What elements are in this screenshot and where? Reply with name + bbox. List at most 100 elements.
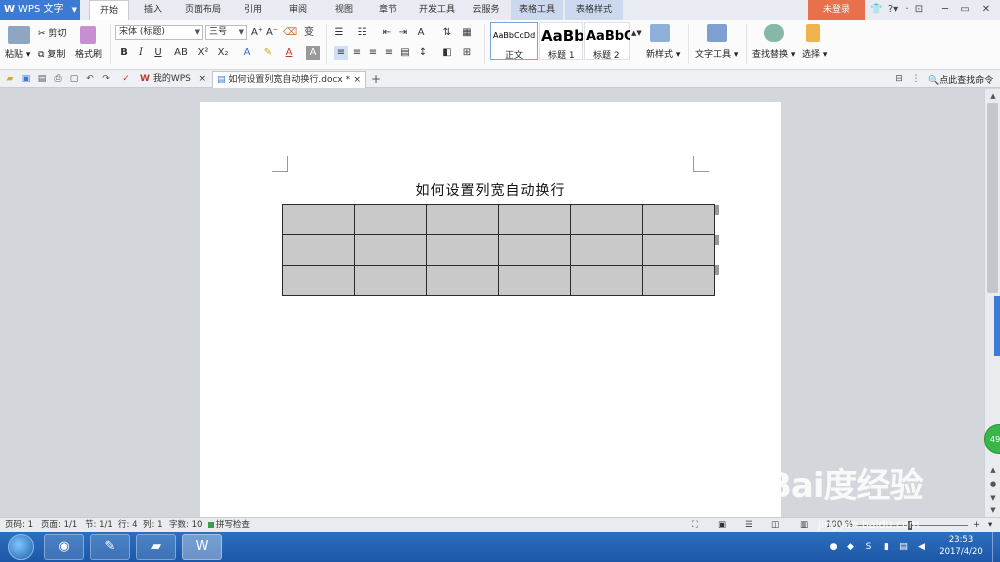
style-normal[interactable]: AaBbCcDd 正文 xyxy=(490,22,538,61)
numbered-list-icon[interactable]: ☷ xyxy=(355,26,369,40)
login-button[interactable]: 未登录 xyxy=(808,0,865,20)
undo-icon[interactable]: ↶ xyxy=(84,73,96,85)
format-painter-button[interactable]: 格式刷 xyxy=(75,47,102,60)
table-cell[interactable] xyxy=(354,264,427,297)
help-icon[interactable]: ?▾ xyxy=(885,3,901,17)
table-cell[interactable] xyxy=(354,234,427,266)
next-page-icon[interactable]: ▼ xyxy=(988,493,998,503)
document-title[interactable]: 如何设置列宽自动换行 xyxy=(200,180,781,200)
close-tab-icon[interactable]: × xyxy=(198,71,206,87)
table-cell[interactable] xyxy=(426,234,499,266)
superscript-icon[interactable]: X² xyxy=(196,46,210,60)
tab-cloud[interactable]: 云服务 xyxy=(466,0,506,20)
underline-icon[interactable]: U xyxy=(151,46,165,60)
document-workspace[interactable]: 如何设置列宽自动换行 xyxy=(0,89,984,517)
minimize-icon[interactable]: ─ xyxy=(938,3,952,17)
table-cell[interactable] xyxy=(282,203,355,236)
paint-taskbar-icon[interactable]: ✎ xyxy=(90,534,130,560)
decrease-indent-icon[interactable]: ⇤ xyxy=(380,26,394,40)
prev-page-icon[interactable]: ▲ xyxy=(988,465,998,475)
scroll-down-icon[interactable]: ▼ xyxy=(988,505,998,515)
show-marks-icon[interactable]: ▦ xyxy=(460,26,474,40)
restore-ribbon-icon[interactable]: ⊡ xyxy=(912,3,926,17)
highlight-icon[interactable]: ✎ xyxy=(261,46,275,60)
table-cell[interactable] xyxy=(498,234,571,266)
wps-taskbar-icon[interactable]: W xyxy=(182,534,222,560)
tab-insert[interactable]: 插入 xyxy=(134,0,172,20)
copy-button[interactable]: ⧉ 复制 xyxy=(38,47,65,60)
table-cell[interactable] xyxy=(426,203,499,236)
increase-indent-icon[interactable]: ⇥ xyxy=(396,26,410,40)
format-painter-icon[interactable] xyxy=(80,26,96,44)
print-icon[interactable]: ⎙ xyxy=(52,73,64,85)
tab-table-style[interactable]: 表格样式 xyxy=(565,0,623,20)
print-preview-icon[interactable]: ▢ xyxy=(68,73,80,85)
reading-mode-icon[interactable]: ▥ xyxy=(800,518,808,532)
spell-check-toggle[interactable]: 拼写检查 xyxy=(208,518,250,532)
qq-tray-icon[interactable]: ● xyxy=(828,542,839,553)
select-browse-icon[interactable]: ● xyxy=(988,479,998,489)
shrink-font-icon[interactable]: A⁻ xyxy=(265,26,279,40)
style-heading-1[interactable]: AaBb 标题 1 xyxy=(539,22,583,61)
web-view-icon[interactable]: ◫ xyxy=(771,518,779,532)
gallery-scroll-icon[interactable]: ▲▼ xyxy=(631,26,642,40)
paste-button[interactable]: 粘贴 ▾ xyxy=(5,47,30,60)
ime-tray-icon[interactable]: S xyxy=(863,542,874,553)
row-resize-handle[interactable] xyxy=(715,265,719,275)
align-left-icon[interactable]: ≡ xyxy=(334,46,348,60)
scrollbar-thumb[interactable] xyxy=(987,103,998,293)
status-menu-icon[interactable]: ▾ xyxy=(988,518,992,532)
status-word-count[interactable]: 字数: 10 xyxy=(169,518,202,532)
shading-icon[interactable]: ◧ xyxy=(440,46,454,60)
text-tools-button[interactable]: 文字工具 ▾ xyxy=(695,47,738,60)
doc-tab-active[interactable]: ▤ 如何设置列宽自动换行.docx * × xyxy=(212,71,366,88)
save-icon[interactable]: ▣ xyxy=(20,73,32,85)
tab-page-layout[interactable]: 页面布局 xyxy=(180,0,226,20)
row-resize-handle[interactable] xyxy=(715,205,719,215)
table-cell[interactable] xyxy=(498,203,571,236)
new-style-icon[interactable] xyxy=(650,24,670,42)
tab-developer[interactable]: 开发工具 xyxy=(414,0,460,20)
font-size-select[interactable]: 三号 ▼ xyxy=(205,25,247,40)
sort-icon[interactable]: ⇅ xyxy=(440,26,454,40)
chinese-layout-icon[interactable]: A xyxy=(414,26,428,40)
row-resize-handle[interactable] xyxy=(715,235,719,245)
table-cell[interactable] xyxy=(642,234,715,266)
select-button[interactable]: 选择 ▾ xyxy=(802,47,827,60)
select-cursor-icon[interactable] xyxy=(806,24,820,42)
text-tools-icon[interactable] xyxy=(707,24,727,42)
doc-tab-my-wps[interactable]: W 我的WPS × xyxy=(136,71,210,88)
cut-button[interactable]: ✂ 剪切 xyxy=(38,26,66,39)
strikethrough-icon[interactable]: AB xyxy=(172,46,190,60)
grow-font-icon[interactable]: A⁺ xyxy=(250,26,264,40)
start-button[interactable] xyxy=(8,534,34,560)
paste-icon[interactable] xyxy=(8,26,30,44)
browser-taskbar-icon[interactable]: ◉ xyxy=(44,534,84,560)
align-center-icon[interactable]: ≡ xyxy=(350,46,364,60)
bold-icon[interactable]: B xyxy=(117,46,131,60)
borders-icon[interactable]: ⊞ xyxy=(460,46,474,60)
document-table[interactable] xyxy=(282,203,715,297)
maximize-icon[interactable]: ▭ xyxy=(958,3,972,17)
popup-icon[interactable]: ⋮ xyxy=(910,73,922,85)
system-clock[interactable]: 23:53 2017/4/20 xyxy=(934,534,988,558)
distribute-icon[interactable]: ▤ xyxy=(398,46,412,60)
outline-view-icon[interactable]: ☰ xyxy=(745,518,753,532)
quick-customize-icon[interactable]: ✓ xyxy=(120,73,132,85)
table-cell[interactable] xyxy=(642,264,715,297)
side-panel-toggle[interactable] xyxy=(994,296,1000,356)
table-cell[interactable] xyxy=(426,264,499,297)
phonetic-icon[interactable]: 变 xyxy=(302,26,316,40)
tab-references[interactable]: 引用 xyxy=(235,0,271,20)
zoom-in-icon[interactable]: + xyxy=(973,518,980,532)
italic-icon[interactable]: I xyxy=(134,46,148,60)
align-right-icon[interactable]: ≡ xyxy=(366,46,380,60)
new-tab-icon[interactable]: + xyxy=(370,73,382,85)
usb-tray-icon[interactable]: ▮ xyxy=(881,542,892,553)
restore-window-icon[interactable]: ⊟ xyxy=(893,73,905,85)
scroll-up-icon[interactable]: ▲ xyxy=(988,91,998,101)
volume-icon[interactable]: ◀ xyxy=(916,542,927,553)
table-cell[interactable] xyxy=(570,203,643,236)
tab-chapter[interactable]: 章节 xyxy=(370,0,406,20)
explorer-taskbar-icon[interactable]: ▰ xyxy=(136,534,176,560)
